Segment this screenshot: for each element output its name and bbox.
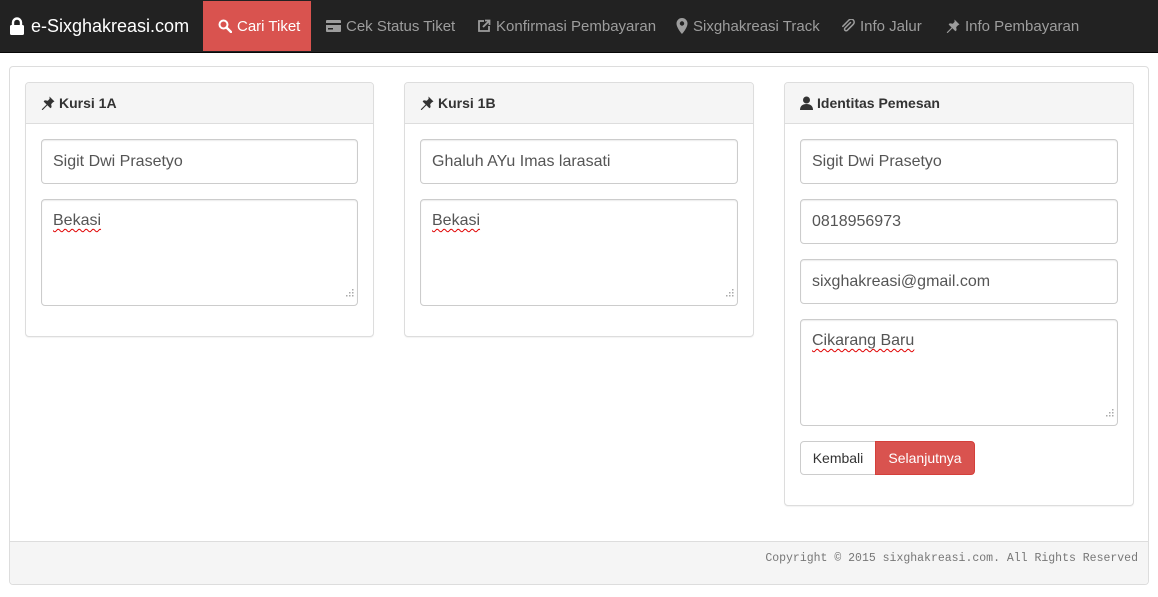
card-title: Identitas Pemesan bbox=[817, 95, 940, 111]
orderer-card: Identitas Pemesan Sigit Dwi Prasetyo 081… bbox=[784, 82, 1134, 506]
brand[interactable]: e-Sixghakreasi.com bbox=[9, 0, 189, 52]
map-marker-icon bbox=[676, 18, 688, 34]
card-title: Kursi 1A bbox=[59, 95, 117, 111]
copyright-text: Copyright © 2015 sixghakreasi.com. All R… bbox=[765, 552, 1138, 565]
nav-konfirmasi-pembayaran[interactable]: Konfirmasi Pembayaran bbox=[477, 1, 656, 51]
resize-grip-icon[interactable] bbox=[344, 284, 354, 302]
card-header: Kursi 1A bbox=[26, 83, 373, 124]
brand-name: e-Sixghakreasi.com bbox=[31, 15, 190, 36]
nav-info-pembayaran[interactable]: Info Pembayaran bbox=[946, 1, 1079, 51]
card-title: Kursi 1B bbox=[438, 95, 496, 111]
pushpin-icon bbox=[41, 96, 55, 110]
passenger-name-input[interactable]: Ghaluh AYu Imas larasati bbox=[420, 139, 738, 184]
top-navbar: e-Sixghakreasi.com Cari Tiket Cek Status… bbox=[0, 0, 1158, 53]
input-value: Sigit Dwi Prasetyo bbox=[53, 152, 183, 170]
seat-card-1a: Kursi 1A Sigit Dwi Prasetyo Bekasi bbox=[25, 82, 374, 337]
nav-label: Cari Tiket bbox=[237, 17, 301, 35]
orderer-name-input[interactable]: Sigit Dwi Prasetyo bbox=[800, 139, 1118, 184]
textarea-value: Cikarang Baru bbox=[812, 332, 915, 349]
main-panel: Kursi 1A Sigit Dwi Prasetyo Bekasi Kursi… bbox=[9, 66, 1149, 585]
nav-sixghakreasi-track[interactable]: Sixghakreasi Track bbox=[676, 1, 820, 51]
textarea-value: Bekasi bbox=[432, 212, 481, 229]
credit-card-icon bbox=[326, 20, 341, 32]
nav-label: Sixghakreasi Track bbox=[693, 17, 820, 35]
paperclip-icon bbox=[841, 19, 855, 33]
nav-cek-status-tiket[interactable]: Cek Status Tiket bbox=[326, 1, 455, 51]
nav-info-jalur[interactable]: Info Jalur bbox=[841, 1, 922, 51]
nav-label: Info Jalur bbox=[860, 17, 922, 35]
resize-grip-icon[interactable] bbox=[1104, 404, 1114, 422]
next-button[interactable]: Selanjutnya bbox=[875, 441, 975, 475]
search-icon bbox=[218, 19, 232, 33]
card-header: Kursi 1B bbox=[405, 83, 753, 124]
input-value: 0818956973 bbox=[812, 212, 901, 230]
back-button[interactable]: Kembali bbox=[800, 441, 876, 475]
passenger-address-textarea[interactable]: Bekasi bbox=[420, 199, 738, 306]
pushpin-icon bbox=[420, 96, 434, 110]
passenger-name-input[interactable]: Sigit Dwi Prasetyo bbox=[41, 139, 358, 184]
orderer-phone-input[interactable]: 0818956973 bbox=[800, 199, 1118, 244]
textarea-value: Bekasi bbox=[53, 212, 102, 229]
passenger-address-textarea[interactable]: Bekasi bbox=[41, 199, 358, 306]
nav-label: Info Pembayaran bbox=[965, 17, 1080, 35]
orderer-address-textarea[interactable]: Cikarang Baru bbox=[800, 319, 1118, 426]
pushpin-icon bbox=[946, 19, 960, 33]
nav-cari-tiket[interactable]: Cari Tiket bbox=[203, 1, 311, 51]
share-icon bbox=[477, 19, 491, 33]
nav-label: Konfirmasi Pembayaran bbox=[496, 17, 657, 35]
resize-grip-icon[interactable] bbox=[724, 284, 734, 302]
seat-card-1b: Kursi 1B Ghaluh AYu Imas larasati Bekasi bbox=[404, 82, 754, 337]
user-icon bbox=[800, 96, 813, 110]
lock-icon bbox=[9, 17, 25, 35]
orderer-email-input[interactable]: sixghakreasi@gmail.com bbox=[800, 259, 1118, 304]
input-value: Sigit Dwi Prasetyo bbox=[812, 152, 942, 170]
footer: Copyright © 2015 sixghakreasi.com. All R… bbox=[10, 541, 1148, 584]
input-value: sixghakreasi@gmail.com bbox=[812, 272, 991, 290]
input-value: Ghaluh AYu Imas larasati bbox=[432, 152, 611, 170]
card-header: Identitas Pemesan bbox=[785, 83, 1133, 124]
nav-label: Cek Status Tiket bbox=[346, 17, 456, 35]
